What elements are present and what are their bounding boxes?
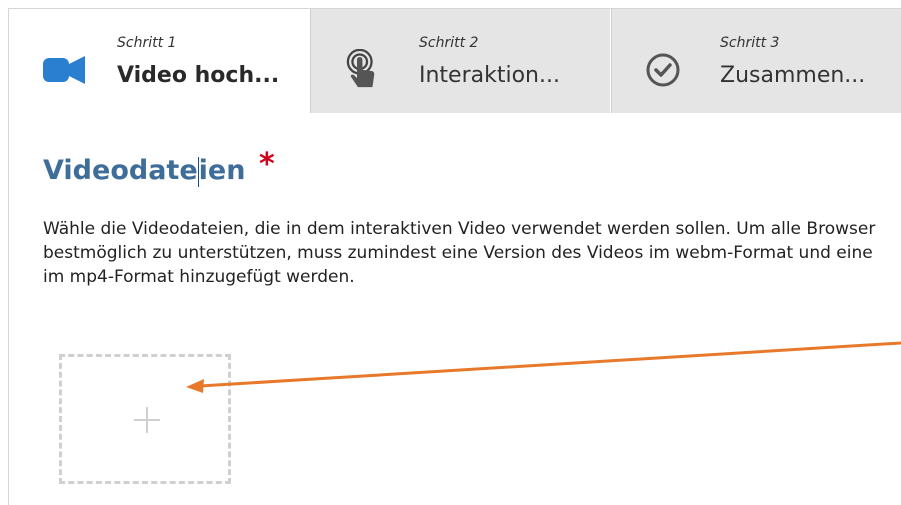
wizard-tabs: Schritt 1 Video hoch... Schritt 2 Intera… (9, 9, 901, 113)
plus-icon (134, 407, 160, 433)
tab-step-label: Schritt 1 (117, 35, 177, 51)
section-title-part2: ien (198, 155, 246, 186)
touch-pointer-icon (346, 49, 375, 88)
tab-name: Interaktion... (419, 63, 560, 88)
check-circle-icon (646, 53, 680, 87)
editor-frame: Schritt 1 Video hoch... Schritt 2 Intera… (8, 8, 901, 505)
tab-step-label: Schritt 3 (720, 35, 780, 51)
tab-step-label: Schritt 2 (419, 35, 479, 51)
required-marker: * (259, 147, 275, 182)
tab-name: Video hoch... (117, 63, 280, 88)
add-video-button[interactable] (59, 354, 231, 484)
section-description: Wähle die Videodateien, die in dem inter… (43, 219, 876, 287)
tab-name: Zusammen... (720, 63, 866, 88)
section-title-part1: Videodate (43, 155, 198, 186)
section-title: Videodateien (43, 155, 245, 187)
tab-step-2[interactable]: Schritt 2 Interaktion... (310, 9, 610, 113)
tab-step-1[interactable]: Schritt 1 Video hoch... (9, 9, 310, 113)
tab-step-3[interactable]: Schritt 3 Zusammen... (611, 9, 901, 113)
video-camera-icon (43, 56, 85, 84)
